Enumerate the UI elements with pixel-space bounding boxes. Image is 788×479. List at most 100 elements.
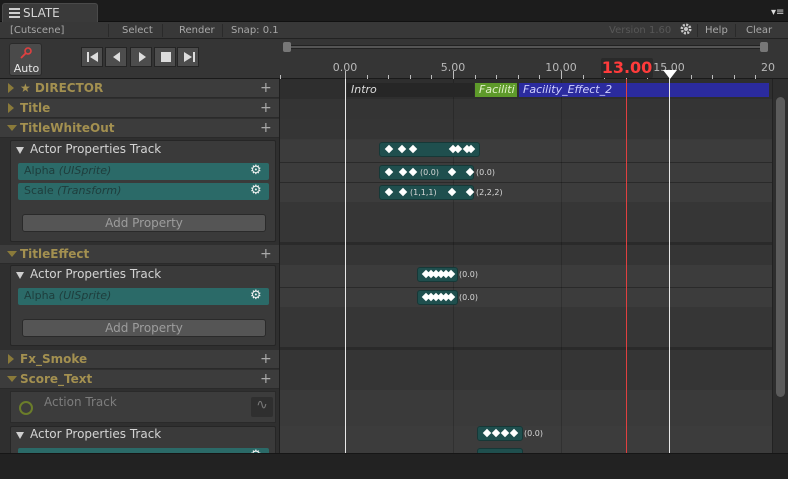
vertical-scrollbar[interactable] — [772, 79, 788, 453]
keyframe[interactable] — [465, 167, 475, 177]
clip-facility[interactable]: Faciliti — [475, 83, 517, 97]
view-range-end-handle[interactable] — [760, 42, 768, 52]
skip-to-start-button[interactable] — [81, 47, 103, 67]
keyframe[interactable] — [500, 428, 510, 438]
group-director[interactable]: ★ DIRECTOR + — [0, 79, 279, 98]
add-property-button[interactable]: Add Property — [22, 319, 266, 337]
group-titleeffect[interactable]: TitleEffect + — [0, 245, 279, 264]
curve-icon[interactable]: ∿ — [251, 397, 273, 417]
end-time-marker[interactable] — [663, 70, 677, 79]
slate-window: SLATE ▾≡ [Cutscene] Select Render Snap: … — [0, 0, 788, 479]
group-title[interactable]: Title + — [0, 99, 279, 118]
select-button[interactable]: Select — [122, 23, 153, 38]
keyframe[interactable] — [453, 144, 463, 154]
keyframe[interactable] — [509, 428, 519, 438]
keyframe[interactable] — [384, 187, 394, 197]
settings-gear-icon[interactable] — [679, 22, 693, 37]
group-score-text[interactable]: Score_Text + — [0, 370, 279, 389]
actor-track-clip[interactable] — [477, 426, 523, 441]
score-text-lane — [280, 370, 772, 390]
group-name: Fx_Smoke — [20, 352, 88, 366]
current-time-display[interactable]: 13.00 — [601, 58, 653, 78]
keyframe[interactable] — [446, 269, 456, 279]
group-titlewhiteout[interactable]: TitleWhiteOut + — [0, 119, 279, 138]
group-name: ★ DIRECTOR — [20, 81, 104, 95]
window-menu-icon[interactable]: ▾≡ — [771, 8, 784, 18]
keyframe[interactable] — [398, 187, 408, 197]
property-scale-transform[interactable]: Scale (Transform) ⚙ — [18, 183, 269, 200]
play-button[interactable] — [130, 47, 152, 67]
toolbar-divider — [697, 24, 698, 37]
gear-icon[interactable]: ⚙ — [250, 184, 262, 198]
timeline-area[interactable]: Intro Faciliti Facility_Effect_2 (0.0) (… — [280, 79, 772, 453]
toolbar-divider — [222, 24, 223, 37]
collapse-arrow-icon[interactable] — [16, 147, 24, 154]
add-track-plus-icon[interactable]: + — [260, 120, 272, 136]
step-back-button[interactable] — [105, 47, 127, 67]
keyframe-value-label: (0.0) — [524, 429, 543, 438]
add-track-plus-icon[interactable]: + — [260, 100, 272, 116]
group-name: TitleEffect — [20, 247, 90, 261]
gear-icon[interactable]: ⚙ — [250, 164, 262, 178]
keyframe[interactable] — [446, 292, 456, 302]
status-bar — [0, 453, 788, 479]
keyframe[interactable] — [384, 144, 394, 154]
add-track-plus-icon[interactable]: + — [260, 371, 272, 387]
time-ruler[interactable]: 0.00 5.00 10.00 15.00 20 — [280, 60, 775, 79]
keyframe[interactable] — [447, 167, 457, 177]
skip-to-end-button[interactable] — [177, 47, 199, 67]
clip-intro[interactable]: Intro — [347, 83, 474, 97]
keyframe[interactable] — [447, 187, 457, 197]
clip-facility-effect-2[interactable]: Facility_Effect_2 — [519, 83, 769, 97]
collapse-arrow-icon[interactable] — [16, 272, 24, 279]
snap-dropdown[interactable]: Snap: 0.1 — [231, 23, 279, 38]
keyframe-value-label: (0.0) — [476, 168, 495, 177]
actor-properties-track-header[interactable]: Actor Properties Track — [10, 141, 276, 159]
stop-button[interactable] — [154, 47, 176, 67]
cutscene-dropdown[interactable]: [Cutscene] — [10, 23, 64, 38]
view-range-slider[interactable] — [285, 45, 767, 49]
keyframe[interactable] — [482, 428, 492, 438]
skip-end-icon — [184, 52, 195, 62]
alpha-property-clip[interactable] — [417, 290, 458, 305]
help-button[interactable]: Help — [705, 23, 728, 38]
keyframe[interactable] — [408, 167, 418, 177]
add-track-plus-icon[interactable]: + — [260, 246, 272, 262]
auto-key-button[interactable]: Auto — [9, 43, 42, 76]
add-track-plus-icon[interactable]: + — [260, 351, 272, 367]
scrollbar-thumb[interactable] — [776, 97, 785, 397]
add-property-button[interactable]: Add Property — [22, 214, 266, 232]
collapse-arrow-icon[interactable] — [16, 432, 24, 439]
collapse-arrow-icon[interactable] — [7, 125, 17, 131]
clear-button[interactable]: Clear — [746, 23, 772, 38]
property-alpha-uisprite[interactable]: Alpha (UISprite) ⚙ — [18, 163, 269, 180]
expand-arrow-icon[interactable] — [8, 83, 14, 93]
actor-properties-track-header[interactable]: Actor Properties Track — [10, 426, 276, 444]
view-range-start-handle[interactable] — [283, 42, 291, 52]
gear-icon[interactable]: ⚙ — [250, 289, 262, 303]
keyframe[interactable] — [398, 167, 408, 177]
collapse-arrow-icon[interactable] — [7, 376, 17, 382]
keyframe[interactable] — [465, 187, 475, 197]
current-time-line[interactable] — [626, 79, 627, 453]
add-track-plus-icon[interactable]: + — [260, 80, 272, 96]
render-button[interactable]: Render — [179, 23, 215, 38]
window-tab-slate[interactable]: SLATE — [2, 3, 98, 22]
actor-track-clip[interactable] — [379, 142, 480, 157]
toolbar-divider — [162, 24, 163, 37]
actor-track-clip[interactable] — [417, 267, 458, 282]
keyframe[interactable] — [384, 167, 394, 177]
play-icon — [139, 52, 146, 62]
keyframe[interactable] — [397, 144, 407, 154]
keyframe[interactable] — [491, 428, 501, 438]
action-track[interactable]: Action Track ∿ — [10, 391, 276, 423]
group-name: Title — [20, 101, 51, 115]
keyframe[interactable] — [408, 144, 418, 154]
actor-properties-track-header[interactable]: Actor Properties Track — [10, 266, 276, 284]
track-name: Actor Properties Track — [30, 427, 162, 441]
expand-arrow-icon[interactable] — [8, 354, 14, 364]
expand-arrow-icon[interactable] — [8, 103, 14, 113]
collapse-arrow-icon[interactable] — [7, 251, 17, 257]
property-alpha-uisprite[interactable]: Alpha (UISprite) ⚙ — [18, 288, 269, 305]
group-fx-smoke[interactable]: Fx_Smoke + — [0, 350, 279, 369]
